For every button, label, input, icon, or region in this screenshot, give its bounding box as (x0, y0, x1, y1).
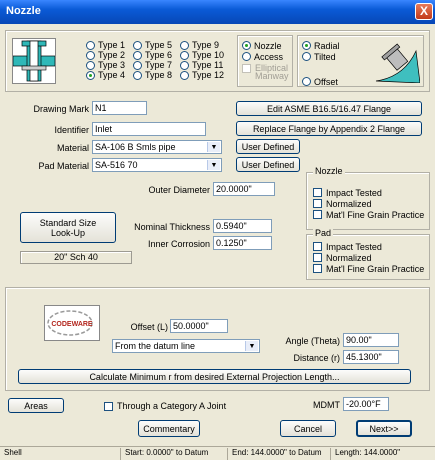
mdmt-input[interactable]: -20.00°F (343, 397, 389, 411)
calculate-min-r-button[interactable]: Calculate Minimum r from desired Externa… (18, 369, 411, 384)
status-shell: Shell (4, 448, 22, 457)
angle-input[interactable]: 90.00" (343, 333, 399, 347)
type-8-radio[interactable]: Type 8 (133, 70, 172, 80)
chevron-down-icon[interactable]: ▼ (207, 142, 220, 152)
user-defined-material-button[interactable]: User Defined (236, 139, 300, 154)
type-5-radio[interactable]: Type 5 (133, 40, 172, 50)
nozzle-normalized-checkbox[interactable]: Normalized (313, 198, 424, 209)
datum-select[interactable]: From the datum line ▼ (112, 339, 260, 353)
offset-radio[interactable]: Offset (302, 76, 340, 87)
outer-diameter-input[interactable]: 20.0000" (213, 182, 275, 196)
identifier-label: Identifier (54, 125, 89, 135)
commentary-button[interactable]: Commentary (138, 420, 200, 437)
nominal-thickness-input[interactable]: 0.5940" (213, 219, 272, 233)
inner-corrosion-input[interactable]: 0.1250" (213, 236, 272, 250)
type-2-radio[interactable]: Type 2 (86, 50, 125, 60)
pad-group-title: Pad (313, 228, 334, 238)
pad-normalized-checkbox[interactable]: Normalized (313, 252, 424, 263)
radial-orientation-icon (374, 39, 421, 84)
user-defined-pad-button[interactable]: User Defined (236, 157, 300, 172)
identifier-input[interactable]: Inlet (92, 122, 206, 136)
pad-material-label: Pad Material (38, 161, 89, 171)
elliptical-manway-checkbox[interactable]: Elliptical Manway (242, 64, 293, 82)
radial-radio[interactable]: Radial (302, 40, 340, 51)
replace-flange-button[interactable]: Replace Flange by Appendix 2 Flange (236, 121, 422, 136)
distance-label: Distance (r) (293, 353, 340, 363)
pad-fine-grain-checkbox[interactable]: Mat'l Fine Grain Practice (313, 263, 424, 274)
tilted-radio[interactable]: Tilted (302, 51, 340, 62)
type-4-radio[interactable]: Type 4 (86, 70, 125, 80)
nozzle-radio[interactable]: Nozzle (242, 40, 293, 51)
edit-flange-button[interactable]: Edit ASME B16.5/16.47 Flange (236, 101, 422, 116)
offset-label: Offset (L) (130, 322, 168, 332)
nozzle-checkboxes: Impact Tested Normalized Mat'l Fine Grai… (313, 187, 424, 220)
mdmt-label: MDMT (313, 400, 340, 410)
type-9-radio[interactable]: Type 9 (180, 40, 224, 50)
window-title-bar: Nozzle (0, 0, 435, 24)
pad-checkboxes: Impact Tested Normalized Mat'l Fine Grai… (313, 241, 424, 274)
type-3-radio[interactable]: Type 3 (86, 60, 125, 70)
cancel-button[interactable]: Cancel (280, 420, 336, 437)
datum-value: From the datum line (115, 341, 196, 351)
drawing-mark-label: Drawing Mark (33, 104, 89, 114)
size-display: 20" Sch 40 (20, 251, 132, 264)
angle-label: Angle (Theta) (285, 336, 340, 346)
areas-button[interactable]: Areas (8, 398, 64, 413)
chevron-down-icon[interactable]: ▼ (207, 160, 220, 170)
access-radio[interactable]: Access (242, 51, 293, 62)
window-title: Nozzle (6, 5, 41, 17)
nozzle-fine-grain-checkbox[interactable]: Mat'l Fine Grain Practice (313, 209, 424, 220)
inner-corrosion-label: Inner Corrosion (147, 239, 210, 249)
nozzle-type-icon (12, 38, 56, 84)
status-bar: Shell Start: 0.0000" to Datum End: 144.0… (0, 446, 435, 460)
pad-material-select[interactable]: SA-516 70 ▼ (92, 158, 222, 172)
outer-diameter-label: Outer Diameter (148, 185, 210, 195)
distance-input[interactable]: 45.1300" (343, 350, 399, 364)
type-12-radio[interactable]: Type 12 (180, 70, 224, 80)
material-select[interactable]: SA-106 B Smls pipe ▼ (92, 140, 222, 154)
type-radio-col-2: Type 5 Type 6 Type 7 Type 8 (133, 40, 172, 80)
drawing-mark-input[interactable]: N1 (92, 101, 147, 115)
next-button[interactable]: Next>> (356, 420, 412, 437)
type-11-radio[interactable]: Type 11 (180, 60, 224, 70)
kind-radios: Nozzle Access Elliptical Manway (242, 40, 293, 82)
orientation-radios: Radial Tilted Offset (302, 40, 340, 87)
offset-input[interactable]: 50.0000" (170, 319, 228, 333)
type-7-radio[interactable]: Type 7 (133, 60, 172, 70)
close-button[interactable]: X (415, 3, 433, 20)
status-start: Start: 0.0000" to Datum (120, 448, 227, 460)
through-category-a-joint-checkbox[interactable]: Through a Category A Joint (104, 401, 226, 411)
type-radio-col-3: Type 9 Type 10 Type 11 Type 12 (180, 40, 224, 80)
material-value: SA-106 B Smls pipe (95, 142, 176, 152)
type-6-radio[interactable]: Type 6 (133, 50, 172, 60)
pad-impact-tested-checkbox[interactable]: Impact Tested (313, 241, 424, 252)
material-label: Material (56, 143, 89, 153)
nominal-thickness-label: Nominal Thickness (134, 222, 210, 232)
nozzle-group-title: Nozzle (313, 166, 345, 176)
codeware-logo-text: CODEWARE (51, 321, 93, 328)
type-1-radio[interactable]: Type 1 (86, 40, 125, 50)
type-radio-col-1: Type 1 Type 2 Type 3 Type 4 (86, 40, 125, 80)
codeware-logo: CODEWARE (44, 305, 100, 341)
status-end: End: 144.0000" to Datum (227, 448, 330, 460)
standard-size-lookup-button[interactable]: Standard Size Look-Up (20, 212, 116, 243)
type-10-radio[interactable]: Type 10 (180, 50, 224, 60)
nozzle-impact-tested-checkbox[interactable]: Impact Tested (313, 187, 424, 198)
pad-material-value: SA-516 70 (95, 160, 138, 170)
status-length: Length: 144.0000" (330, 448, 435, 460)
